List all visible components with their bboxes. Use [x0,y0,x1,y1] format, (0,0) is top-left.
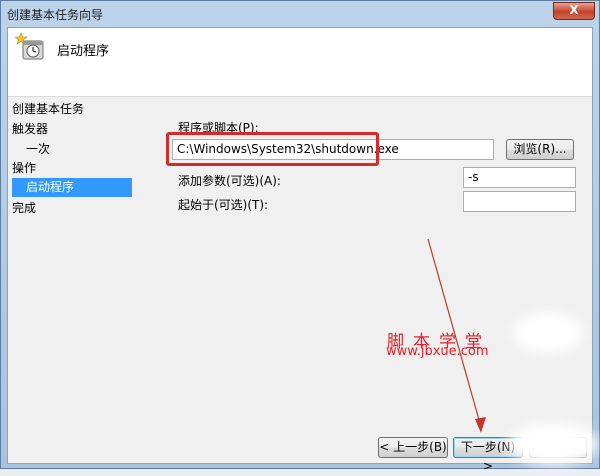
annotation-arrow [427,238,486,433]
wizard-window: 创建基本任务向导 X 启动程序 创建基本任务 触发器 一次 操作 启动程序 完成 [0,0,600,473]
